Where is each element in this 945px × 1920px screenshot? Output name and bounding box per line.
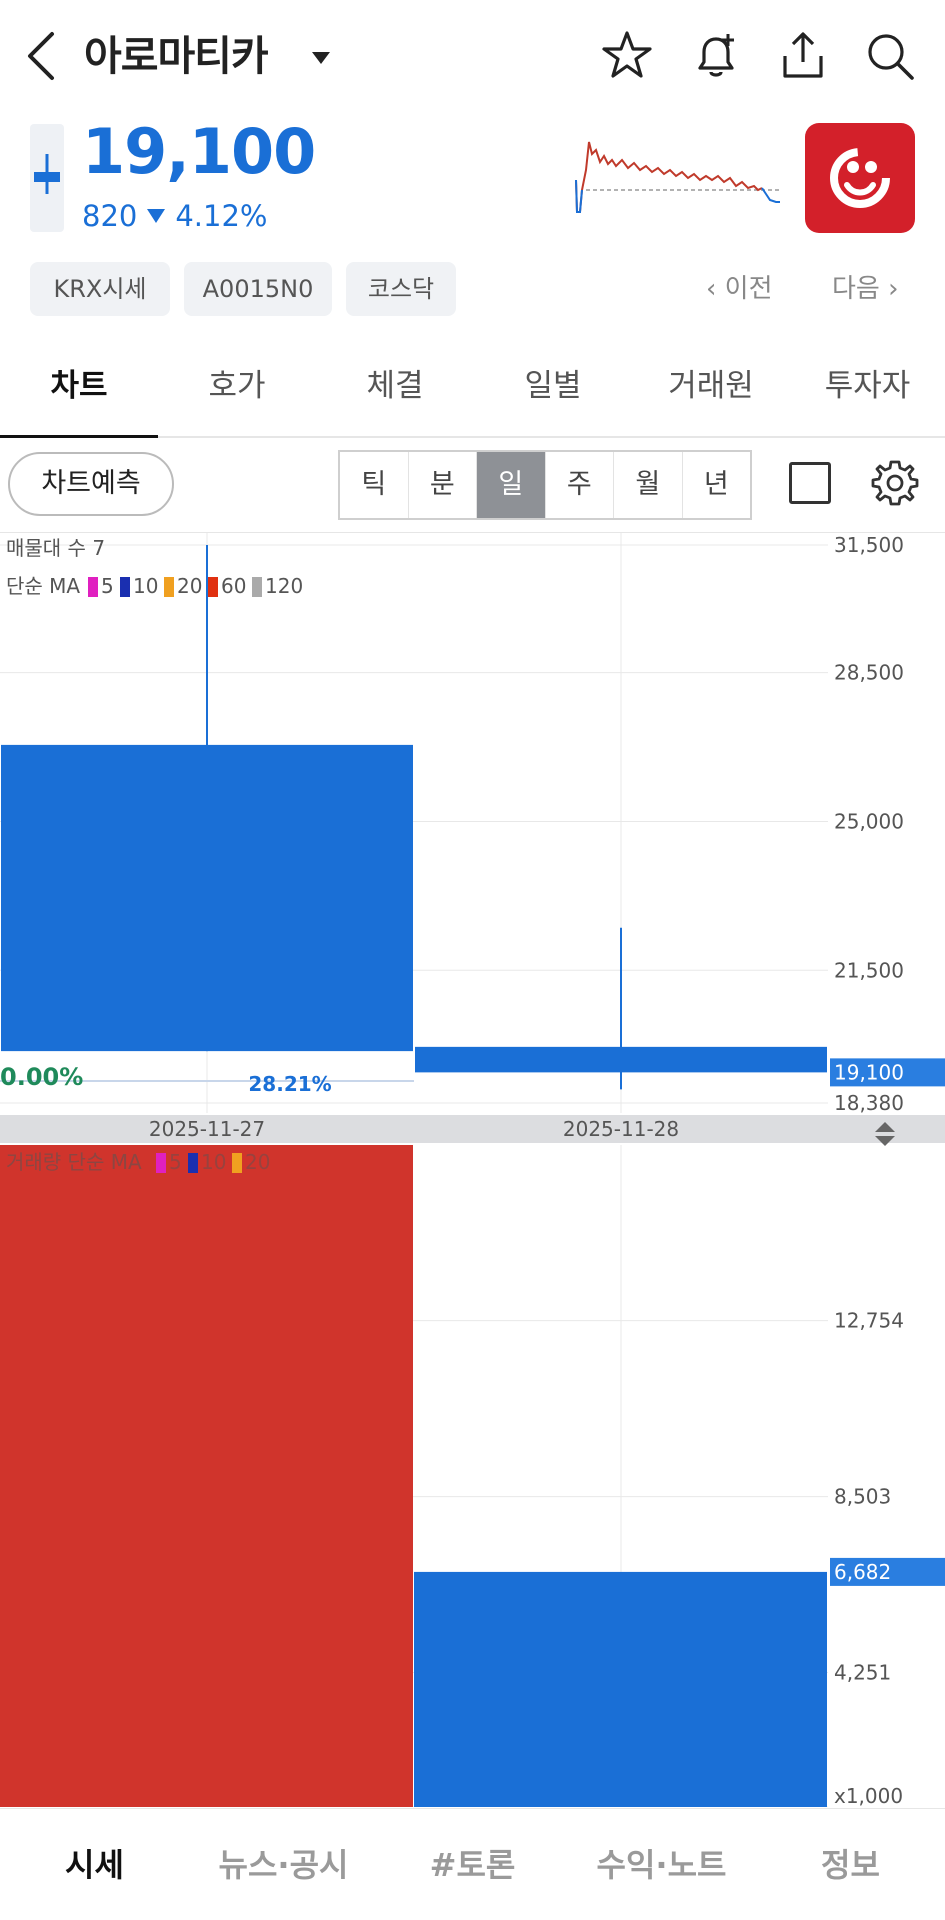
- volume-panel: [0, 1145, 827, 1807]
- back-arrow-icon[interactable]: [22, 26, 62, 86]
- annotation-label: 0.00%: [0, 1063, 83, 1091]
- ma-legend-item: 20: [177, 574, 202, 598]
- ma-legend-item: 120: [265, 574, 303, 598]
- company-logo: [805, 123, 915, 233]
- ma-legend-swatch: [252, 577, 262, 597]
- next-stock-link[interactable]: 다음 ›: [832, 262, 899, 316]
- volume-axis-tick: 12,754: [834, 1309, 904, 1333]
- bottom-nav-info[interactable]: 정보: [756, 1809, 945, 1920]
- current-price-tag-label: 19,100: [834, 1060, 904, 1084]
- tab-investors[interactable]: 투자자: [790, 346, 945, 438]
- ma-legend-item: 10: [133, 574, 158, 598]
- tab-trades[interactable]: 체결: [316, 346, 474, 438]
- bell-plus-icon[interactable]: [688, 28, 744, 84]
- chip-stock-code[interactable]: A0015N0: [184, 262, 332, 316]
- period-month[interactable]: 월: [614, 452, 683, 518]
- change-rate: 4.12%: [175, 199, 268, 233]
- chip-market[interactable]: 코스닥: [346, 262, 456, 316]
- price-change: 820 4.12%: [82, 196, 268, 236]
- price-axis-tick: 28,500: [834, 661, 904, 685]
- star-icon[interactable]: [599, 28, 655, 84]
- down-triangle-icon: [147, 209, 166, 223]
- price-axis-tick: 25,000: [834, 809, 904, 833]
- share-icon[interactable]: [775, 28, 831, 84]
- period-week[interactable]: 주: [546, 452, 614, 518]
- bottom-navigation: 시세 뉴스·공시 #토론 수익·노트 정보: [0, 1808, 945, 1920]
- search-icon[interactable]: [862, 28, 918, 84]
- volume-ma-legend-item: 20: [245, 1150, 270, 1174]
- bottom-nav-profit-note[interactable]: 수익·노트: [567, 1809, 756, 1920]
- volume-axis-tick: 4,251: [834, 1660, 891, 1684]
- tab-brokers[interactable]: 거래원: [632, 346, 790, 438]
- change-amount: 820: [82, 199, 138, 233]
- period-selector: 틱 분 일 주 월 년: [338, 450, 752, 520]
- volume-ma-legend-swatch: [232, 1153, 242, 1173]
- volume-ma-legend-swatch: [156, 1153, 166, 1173]
- price-axis-tick: 31,500: [834, 533, 904, 557]
- chevron-left-icon: ‹: [706, 274, 725, 304]
- period-year[interactable]: 년: [683, 452, 751, 518]
- tab-orderbook[interactable]: 호가: [158, 346, 316, 438]
- ma-legend-item: 60: [221, 574, 246, 598]
- current-volume-tag-label: 6,682: [834, 1560, 891, 1584]
- volume-axis-tick: x1,000: [834, 1784, 903, 1807]
- chart-predict-button[interactable]: 차트예측: [8, 452, 174, 516]
- volume-ma-legend-item: 5: [169, 1150, 182, 1174]
- price-axis-tick: 21,500: [834, 958, 904, 982]
- period-tick[interactable]: 틱: [340, 452, 409, 518]
- stock-chart[interactable]: 0.00% 28.21% 31,500 28,500 25,000 21,500 18,3…: [0, 533, 945, 1807]
- price-panel: 0.00% 28.21%: [0, 545, 827, 1096]
- bottom-nav-news[interactable]: 뉴스·공시: [189, 1809, 378, 1920]
- ma-legend-swatch: [120, 577, 130, 597]
- bottom-nav-discussion[interactable]: #토론: [378, 1809, 567, 1920]
- ma-legend-label: 단순 MA: [6, 574, 80, 598]
- ma-legend-swatch: [88, 577, 98, 597]
- chip-krx-price[interactable]: KRX시세: [30, 262, 170, 316]
- ma-legend-swatch: [208, 577, 218, 597]
- ma-legend-swatch: [164, 577, 174, 597]
- candle-body[interactable]: [1, 744, 413, 1052]
- volume-ma-legend-item: 10: [201, 1150, 226, 1174]
- annotation-label: 28.21%: [248, 1072, 331, 1096]
- dropdown-caret-icon[interactable]: [308, 44, 334, 70]
- volume-ma-legend-label: 거래량 단순 MA: [6, 1150, 142, 1174]
- intraday-sparkline[interactable]: [572, 130, 788, 230]
- volume-axis-tick: 8,503: [834, 1485, 891, 1509]
- period-day[interactable]: 일: [477, 452, 546, 518]
- prev-stock-link[interactable]: ‹ 이전: [706, 262, 773, 316]
- date-axis-strip: [0, 1115, 945, 1143]
- stock-title[interactable]: 아로마티카: [84, 26, 269, 86]
- date-axis-tick: 2025-11-28: [563, 1117, 679, 1141]
- current-price: 19,100: [82, 115, 316, 188]
- bottom-nav-quote[interactable]: 시세: [0, 1809, 189, 1920]
- ma-legend-item: 5: [101, 574, 114, 598]
- candle-body[interactable]: [415, 1046, 827, 1073]
- detail-tabs: 차트 호가 체결 일별 거래원 투자자: [0, 346, 945, 438]
- volume-bar[interactable]: [0, 1145, 413, 1807]
- volume-bar[interactable]: [414, 1571, 827, 1807]
- date-axis-tick: 2025-11-27: [149, 1117, 265, 1141]
- price-axis-tick: 18,380: [834, 1091, 904, 1115]
- volume-ma-legend-swatch: [188, 1153, 198, 1173]
- fullscreen-toggle-icon[interactable]: [789, 462, 831, 504]
- volume-profile-legend: 매물대 수 7: [6, 536, 105, 560]
- gear-icon[interactable]: [870, 458, 920, 508]
- top-header: 아로마티카: [0, 0, 945, 112]
- chevron-right-icon: ›: [879, 274, 899, 304]
- mini-candle-icon: [30, 124, 64, 232]
- period-minute[interactable]: 분: [409, 452, 477, 518]
- tab-chart[interactable]: 차트: [0, 346, 158, 438]
- tab-daily[interactable]: 일별: [474, 346, 632, 438]
